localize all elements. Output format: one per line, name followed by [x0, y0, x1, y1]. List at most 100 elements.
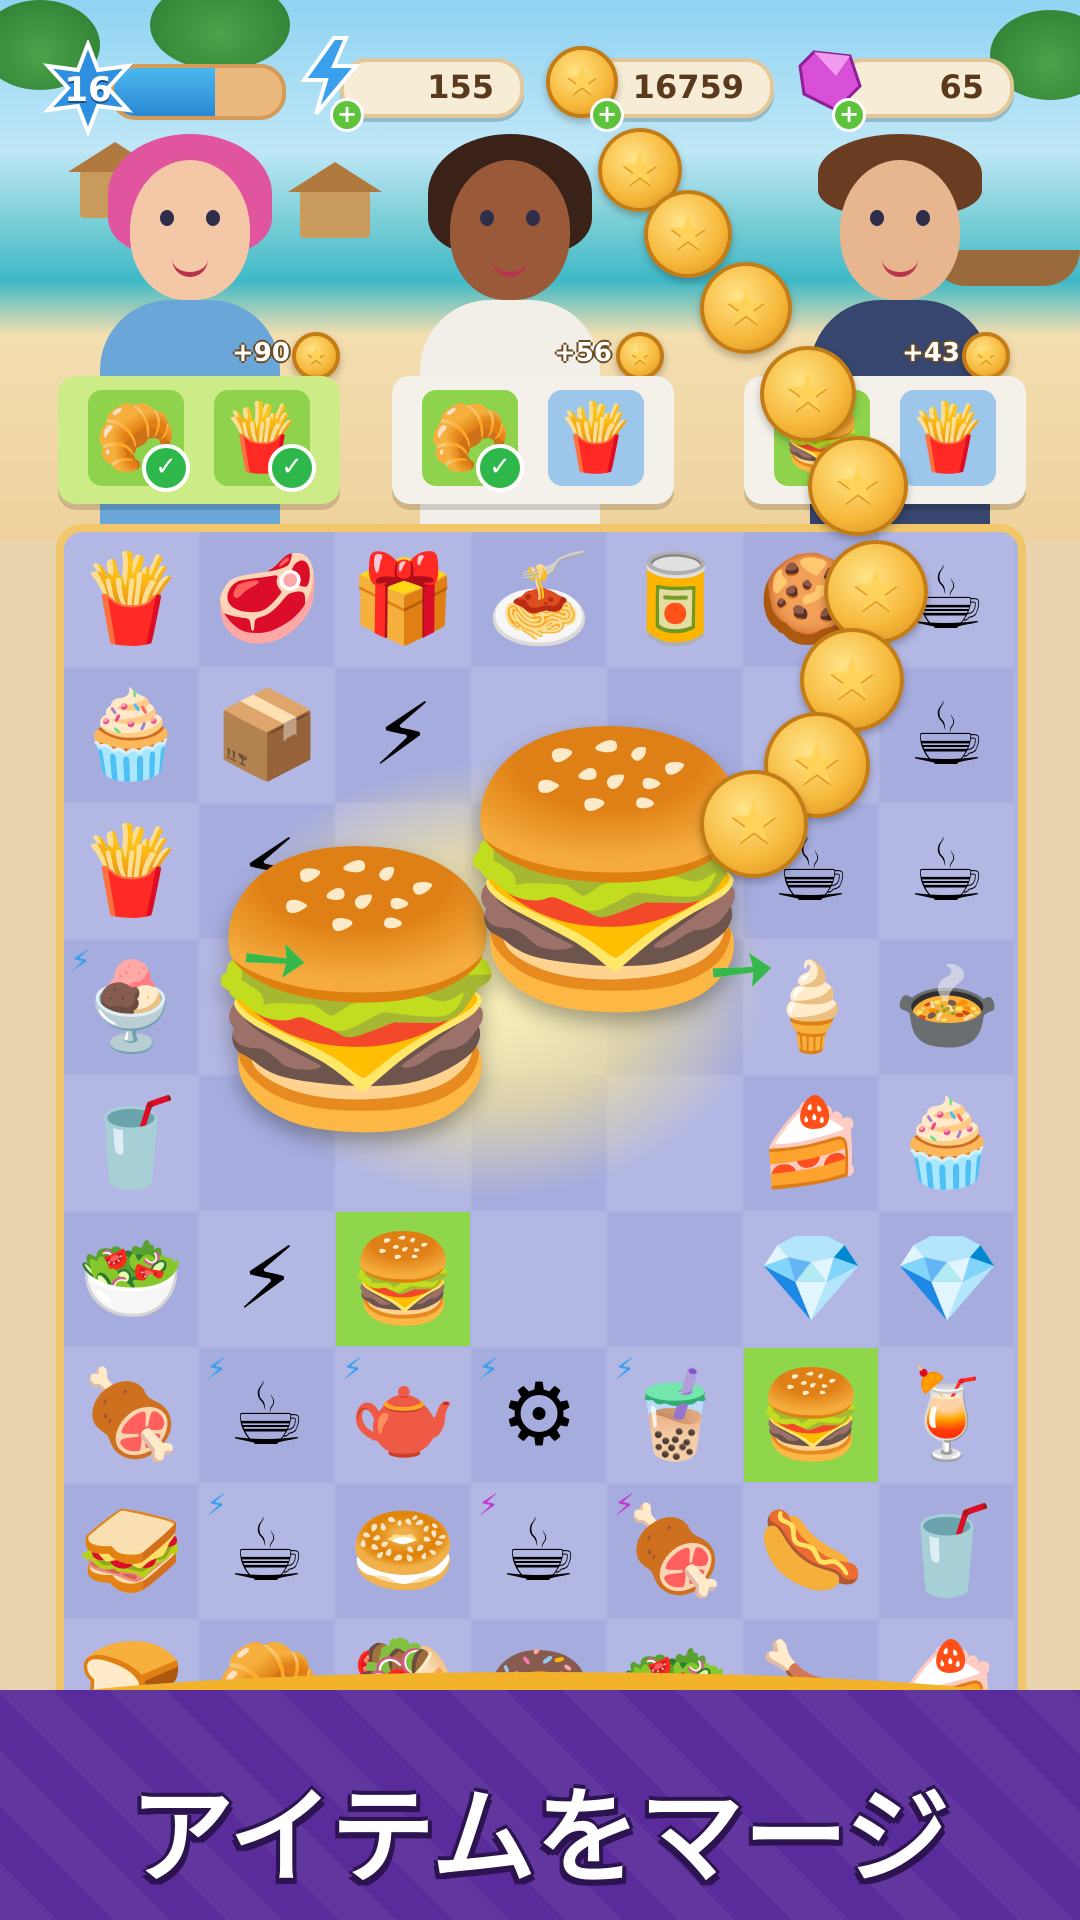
board-cell[interactable]: 🍹	[880, 1348, 1014, 1482]
checkmark-icon: ✓	[268, 444, 316, 492]
gem-icon: 💎	[757, 1229, 865, 1329]
board-cell[interactable]: 🧋 ⚡	[608, 1348, 742, 1482]
eye	[206, 210, 220, 226]
eye	[526, 210, 540, 226]
board-cell[interactable]: ⚙ ⚡	[472, 1348, 606, 1482]
curry-bowl-icon: 🍲	[893, 957, 1001, 1057]
board-cell[interactable]: 💎	[744, 1212, 878, 1346]
burger-icon: 🍔	[349, 1229, 457, 1329]
order-slot: 🥐 ✓	[88, 390, 190, 492]
add-energy-button[interactable]: +	[330, 98, 364, 132]
board-cell[interactable]: 🍖	[64, 1348, 198, 1482]
order-reward: +90	[232, 338, 290, 368]
order-reward: +43	[902, 338, 960, 368]
order-card[interactable]: 🥐 ✓ 🍟 ✓	[58, 376, 340, 504]
espresso-machine-icon: ☕	[500, 1501, 578, 1601]
board-cell[interactable]: 🥤	[880, 1484, 1014, 1618]
add-gems-button[interactable]: +	[832, 98, 866, 132]
coffee-machine-icon: ☕	[228, 1365, 306, 1465]
cupcake-icon: 🧁	[77, 685, 185, 785]
board-cell[interactable]: ☕ ⚡	[472, 1484, 606, 1618]
board-cell[interactable]	[608, 1212, 742, 1346]
iced-tea-icon: 🍹	[893, 1365, 1001, 1465]
board-cell[interactable]: 🥩	[200, 532, 334, 666]
energy-value: 155	[427, 68, 494, 106]
order-reward: +56	[554, 338, 612, 368]
board-cell[interactable]: 🥗	[64, 1212, 198, 1346]
level-progress[interactable]: 16	[40, 38, 286, 140]
macaron-box-icon: 🧁	[893, 1093, 1001, 1193]
eye	[480, 210, 494, 226]
board-cell[interactable]: ☕ ⚡	[200, 1348, 334, 1482]
board-cell[interactable]: 🎁	[336, 532, 470, 666]
energy-bolt-icon: ⚡	[206, 1352, 228, 1387]
gem-value: 65	[939, 68, 984, 106]
board-cell[interactable]: 🥤	[64, 1076, 198, 1210]
board-cell[interactable]: 🥫	[608, 532, 742, 666]
checkmark-icon: ✓	[142, 444, 190, 492]
board-cell[interactable]: 🥯	[336, 1484, 470, 1618]
iced-cola-icon: 🥤	[893, 1501, 1001, 1601]
moka-pot-icon: 🫖	[349, 1365, 457, 1465]
energy-counter[interactable]: 155	[340, 58, 524, 118]
energy-bolt-icon: ⚡	[614, 1488, 636, 1523]
energy-bolt-icon: ⚡	[70, 944, 92, 979]
energy-pack-icon: ⚡	[236, 1229, 298, 1329]
coffee-grinder-icon: ⚙	[500, 1365, 578, 1465]
xp-bar	[110, 64, 286, 120]
board-cell[interactable]: ⚡	[200, 1212, 334, 1346]
board-cell[interactable]: 🍟	[64, 532, 198, 666]
energy-bolt-icon: ⚡	[478, 1488, 500, 1523]
swiss-roll-icon: 🍰	[757, 1093, 865, 1193]
board-cell[interactable]: 📦	[200, 668, 334, 802]
order-card[interactable]: 🥐 ✓ 🍟	[392, 376, 674, 504]
mocha-drink-icon: 🍨	[77, 957, 185, 1057]
board-cell[interactable]: ☕	[880, 804, 1014, 938]
banner-tagline: アイテムをマージ	[130, 1776, 950, 1898]
order-slot: 🍟	[900, 390, 996, 486]
board-cell[interactable]: ☕ ⚡	[200, 1484, 334, 1618]
hoagie-icon: 🌭	[757, 1501, 865, 1601]
board-cell[interactable]: 🍲	[880, 940, 1014, 1074]
board-cell[interactable]: 🍔	[744, 1348, 878, 1482]
coin-icon	[616, 332, 664, 380]
board-cell[interactable]: 🍟	[64, 804, 198, 938]
board-cell[interactable]: 🫖 ⚡	[336, 1348, 470, 1482]
board-cell[interactable]: 🍝	[472, 532, 606, 666]
board-cell[interactable]: 🧁	[880, 1076, 1014, 1210]
board-cell[interactable]: 💎	[880, 1212, 1014, 1346]
board-cell[interactable]	[472, 1212, 606, 1346]
steak-icon: 🥩	[213, 549, 321, 649]
pasta-plate-icon: 🍝	[485, 549, 593, 649]
energy-bolt-icon: ⚡	[478, 1352, 500, 1387]
add-coins-button[interactable]: +	[590, 98, 624, 132]
cola-can-icon: 🥫	[621, 549, 729, 649]
coin-icon	[962, 332, 1010, 380]
fries-icon: 🍟	[77, 549, 185, 649]
star-badge-icon: 16	[40, 38, 136, 138]
coin-value: 16759	[632, 68, 744, 106]
order-slot: 🍟	[548, 390, 644, 486]
board-cell[interactable]: 🌭	[744, 1484, 878, 1618]
eye	[870, 210, 884, 226]
burger-icon: 🍔	[757, 1365, 865, 1465]
coin-icon	[808, 436, 908, 536]
board-cell[interactable]: 🍖 ⚡	[608, 1484, 742, 1618]
checkmark-icon: ✓	[476, 444, 524, 492]
bagel-icon: 🥯	[349, 1501, 457, 1601]
coin-icon	[760, 346, 856, 442]
level-number: 16	[64, 70, 112, 110]
fries-icon: 🍟	[554, 399, 638, 476]
board-cell[interactable]: 🍰	[744, 1076, 878, 1210]
ribs-icon: 🍖	[621, 1501, 729, 1601]
board-cell[interactable]: 🍨 ⚡	[64, 940, 198, 1074]
board-cell[interactable]: 🧁	[64, 668, 198, 802]
salad-bowl-icon: 🥗	[77, 1229, 185, 1329]
board-cell[interactable]: 🍔	[336, 1212, 470, 1346]
gem-icon: 💎	[893, 1229, 1001, 1329]
coin-icon	[700, 770, 808, 878]
board-cell[interactable]: 🥪	[64, 1484, 198, 1618]
energy-bolt-icon: ⚡	[614, 1352, 636, 1387]
coffee-cup-icon: ☕	[908, 685, 986, 785]
espresso-machine-icon: ☕	[228, 1501, 306, 1601]
